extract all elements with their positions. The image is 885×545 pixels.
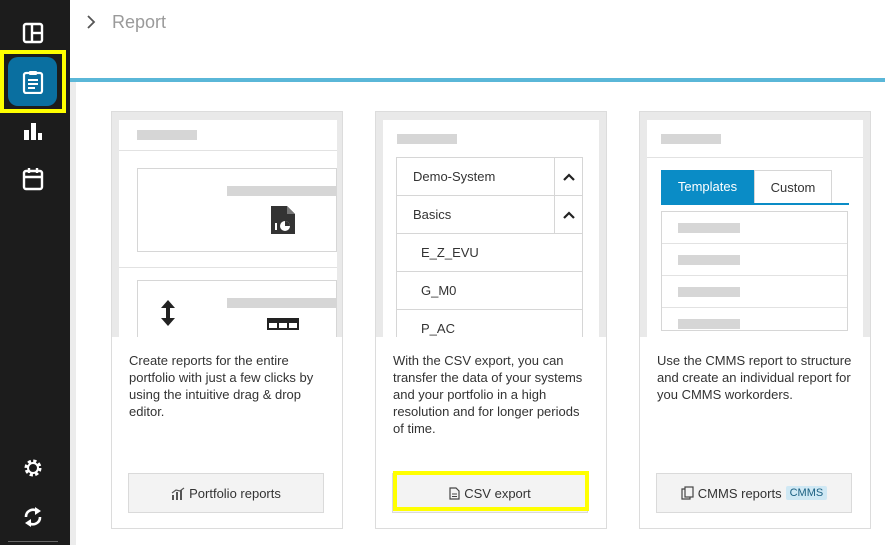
- card-description: With the CSV export, you can transfer th…: [393, 353, 583, 436]
- cmms-badge: CMMS: [785, 486, 828, 500]
- bar-chart-icon: [171, 487, 185, 500]
- highlight-box: [393, 471, 589, 511]
- layout-icon: [22, 22, 44, 44]
- sidebar-item-analytics[interactable]: [0, 116, 66, 146]
- tree-item[interactable]: E_Z_EVU: [397, 234, 582, 272]
- template-list: [661, 211, 848, 331]
- cmms-report-card: Templates Custom Use the CMMS report to …: [639, 111, 871, 529]
- gear-icon: [24, 459, 42, 477]
- tree-item[interactable]: Basics: [397, 196, 582, 234]
- portfolio-reports-label: Portfolio reports: [189, 485, 281, 501]
- cmms-reports-label: CMMS reports: [697, 485, 782, 501]
- system-tree: Demo-System Basics E_Z_EVU G_M0 P_AC: [396, 157, 583, 337]
- portfolio-reports-button[interactable]: Portfolio reports: [128, 473, 324, 513]
- resize-vertical-icon: [161, 300, 175, 326]
- tree-item[interactable]: Demo-System: [397, 158, 582, 196]
- cmms-preview: Templates Custom: [640, 112, 870, 337]
- tab-custom[interactable]: Custom: [754, 170, 832, 203]
- card-description: Use the CMMS report to structure and cre…: [657, 353, 852, 402]
- chevron-up-icon[interactable]: [554, 196, 582, 233]
- tree-item[interactable]: P_AC: [397, 310, 582, 337]
- breadcrumb: Report: [112, 12, 167, 32]
- sync-icon: [24, 507, 42, 527]
- csv-export-card: Demo-System Basics E_Z_EVU G_M0 P_AC Wit…: [375, 111, 607, 529]
- highlight-box: [0, 50, 66, 113]
- card-description: Create reports for the entire portfolio …: [129, 353, 314, 419]
- tree-item[interactable]: G_M0: [397, 272, 582, 310]
- tab-templates[interactable]: Templates: [661, 170, 754, 203]
- list-item[interactable]: [662, 308, 847, 337]
- copy-icon: [681, 486, 694, 500]
- portfolio-report-card: Create reports for the entire portfolio …: [111, 111, 343, 529]
- sidebar-item-sync[interactable]: [0, 502, 66, 532]
- list-item[interactable]: [662, 276, 847, 308]
- cmms-reports-button[interactable]: CMMS reports CMMS: [656, 473, 852, 513]
- sidebar: [0, 0, 70, 545]
- report-tabs: Templates Custom: [661, 170, 849, 205]
- calendar-icon: [22, 168, 44, 191]
- bar-chart-icon: [24, 123, 42, 140]
- sidebar-divider: [8, 541, 58, 542]
- chevron-up-icon[interactable]: [554, 158, 582, 195]
- file-chart-icon: [271, 206, 295, 234]
- sidebar-item-settings[interactable]: [0, 453, 66, 483]
- list-item[interactable]: [662, 244, 847, 276]
- sidebar-item-calendar[interactable]: [0, 164, 66, 194]
- list-item[interactable]: [662, 212, 847, 244]
- table-icon: [267, 318, 299, 330]
- sidebar-item-dashboard[interactable]: [0, 18, 66, 48]
- portfolio-preview: [112, 112, 342, 337]
- chevron-right-icon[interactable]: [86, 14, 96, 35]
- topbar: Report: [70, 0, 885, 78]
- csv-preview: Demo-System Basics E_Z_EVU G_M0 P_AC: [376, 112, 606, 337]
